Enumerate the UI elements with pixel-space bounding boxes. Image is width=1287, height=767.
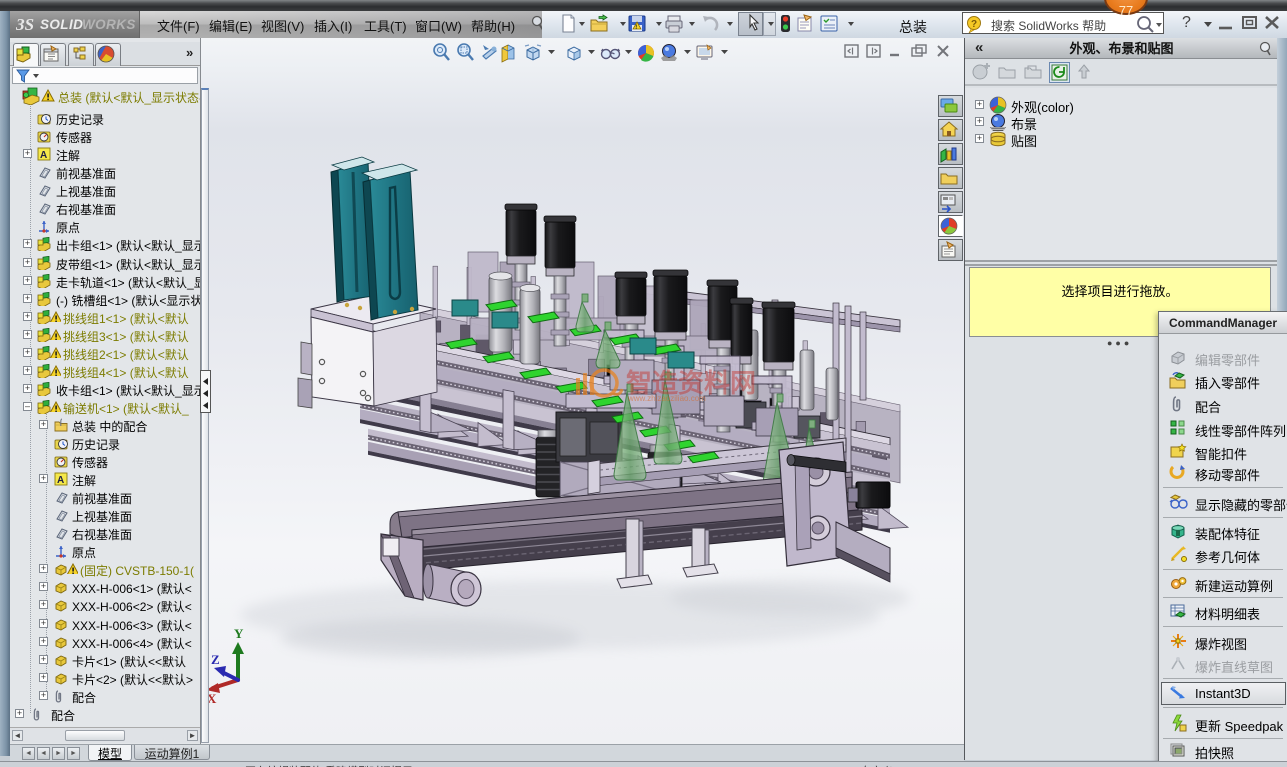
svg-text:ЗS: ЗS bbox=[16, 15, 34, 34]
svg-text:Y: Y bbox=[234, 626, 244, 641]
svg-text:WORKS: WORKS bbox=[82, 17, 136, 32]
svg-text:www.zhizaoziliao.com: www.zhizaoziliao.com bbox=[627, 394, 706, 403]
svg-text:SOLID: SOLID bbox=[40, 17, 83, 32]
svg-text:Z: Z bbox=[211, 652, 220, 667]
svg-text:!: ! bbox=[635, 25, 637, 31]
svg-text:?: ? bbox=[971, 19, 977, 30]
svg-text:A: A bbox=[57, 475, 64, 486]
svg-text:A: A bbox=[40, 150, 47, 161]
